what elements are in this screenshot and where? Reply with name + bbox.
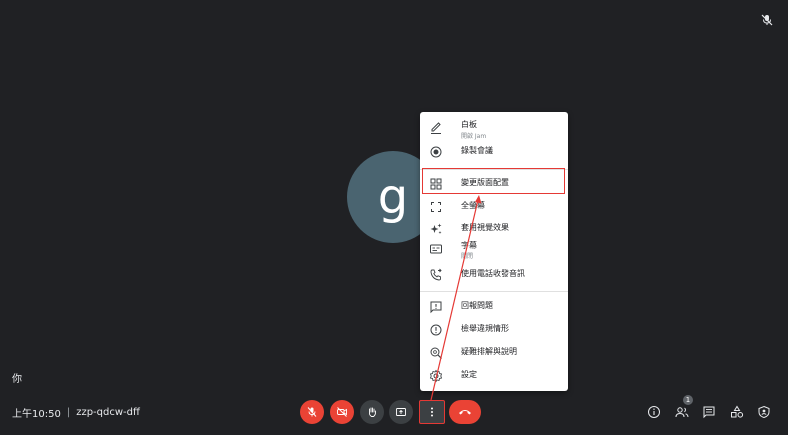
hangup-button[interactable] [449,400,481,424]
present-button[interactable] [389,400,413,424]
info-button[interactable] [646,404,662,420]
meeting-stage: g 你 上午10:50 | zzp-qdcw-dff 1 白板 開啟 Jam 錄… [0,0,788,435]
more-vert-icon [431,407,433,417]
menu-item-label: 回報問題 [461,301,493,310]
menu-item-report-abuse[interactable]: 檢舉違規情形 [420,320,568,340]
menu-item-label: 錄製會議 [461,146,493,155]
camera-toggle-button[interactable] [330,400,354,424]
phone-icon [430,268,442,281]
menu-item-settings[interactable]: 設定 [420,366,568,386]
meeting-info: 上午10:50 | zzp-qdcw-dff [12,405,140,420]
record-icon [430,146,442,158]
activities-button[interactable] [729,404,745,420]
menu-item-sublabel: 關閉 [461,253,474,260]
people-button[interactable] [674,404,690,420]
chat-icon [703,406,715,419]
menu-item-phone-audio[interactable]: 使用電話收發音訊 [420,265,568,285]
mic-toggle-button[interactable] [300,400,324,424]
people-count-badge: 1 [683,395,693,405]
menu-item-label: 使用電話收發音訊 [461,269,525,278]
mic-off-icon [307,407,317,417]
menu-item-label: 檢舉違規情形 [461,324,509,333]
menu-item-visual-effects[interactable]: 套用視覺效果 [420,219,568,239]
host-controls-icon [758,405,770,419]
menu-item-label: 全螢幕 [461,201,485,210]
menu-item-captions[interactable]: 字幕 關閉 [420,239,568,263]
more-options-button[interactable] [419,400,445,424]
pencil-icon [431,122,441,134]
fullscreen-icon [431,202,441,212]
hand-icon [368,407,376,417]
meeting-time: 上午10:50 [12,409,61,420]
info-icon [648,406,660,418]
mic-off-icon [760,12,774,26]
menu-item-label: 設定 [461,370,477,379]
chat-button[interactable] [701,404,717,420]
menu-item-whiteboard[interactable]: 白板 開啟 Jam [420,118,568,142]
menu-item-troubleshooting-help[interactable]: 疑難排解與說明 [420,343,568,363]
menu-item-report-problem[interactable]: 回報問題 [420,297,568,317]
menu-item-label: 套用視覺效果 [461,223,509,232]
present-icon [396,408,406,416]
menu-item-sublabel: 開啟 Jam [461,133,487,140]
menu-divider [420,291,568,292]
hangup-icon [459,410,471,415]
captions-icon [430,244,442,254]
activities-icon [731,405,744,418]
annotation-highlight-box [422,168,565,194]
self-label: 你 [12,374,22,385]
raise-hand-button[interactable] [360,400,384,424]
meeting-code: zzp-qdcw-dff [76,407,140,418]
settings-icon [429,369,443,383]
report-icon [430,324,442,336]
feedback-icon [430,301,442,314]
more-options-menu: 白板 開啟 Jam 錄製會議 變更版面配置 全螢幕 套用視覺效果 字幕 關閉 使… [420,112,568,391]
menu-item-label: 字幕 [461,241,477,250]
camera-off-icon [337,407,347,417]
menu-item-fullscreen[interactable]: 全螢幕 [420,197,568,217]
menu-item-record[interactable]: 錄製會議 [420,142,568,162]
menu-item-label: 白板 [461,120,477,129]
menu-item-label: 疑難排解與說明 [461,347,517,356]
help-icon [430,347,442,359]
meeting-separator: | [66,407,71,418]
avatar-letter: g [377,169,409,225]
sparkle-icon [430,223,442,234]
host-controls-button[interactable] [756,404,772,420]
people-icon [675,407,689,418]
